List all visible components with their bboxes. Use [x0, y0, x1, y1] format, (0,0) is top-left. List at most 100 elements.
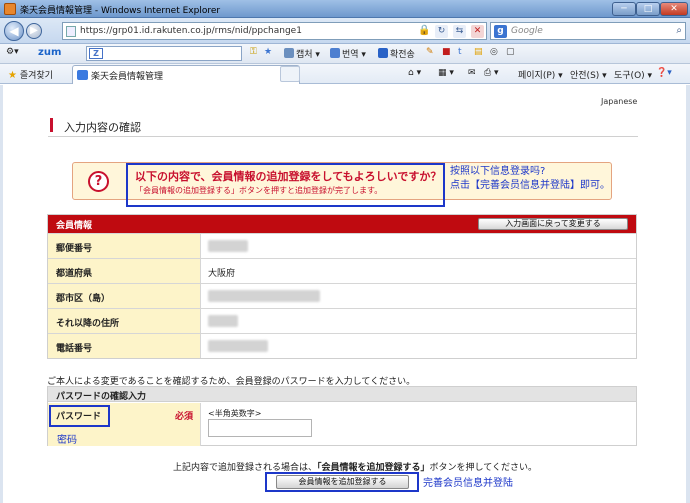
question-icon: ?: [88, 171, 109, 192]
note-icon[interactable]: ▤: [474, 47, 483, 57]
url-text: https://grp01.id.rakuten.co.jp/rms/nid/p…: [80, 26, 302, 36]
page-title-text: 入力内容の確認: [64, 121, 141, 134]
table-row: それ以降の住所: [48, 308, 636, 333]
table-row: 電話番号: [48, 333, 636, 358]
city-value: [208, 290, 320, 302]
feeds-icon[interactable]: ▦ ▾: [438, 68, 454, 78]
star-icon[interactable]: ★: [264, 47, 272, 57]
window-left-border: [0, 85, 3, 503]
window-title: 楽天会員情報管理 - Windows Internet Explorer: [20, 6, 221, 16]
page-content: Japanese 入力内容の確認 ? 以下の内容で、会員情報の追加登録をしてもよ…: [0, 85, 690, 503]
language-link[interactable]: Japanese: [601, 97, 637, 106]
tools-menu[interactable]: 도구(O) ▾: [614, 68, 652, 81]
zum-z-icon: Z: [89, 48, 103, 59]
table-row: 郡市区（島）: [48, 283, 636, 308]
square-icon[interactable]: ▢: [506, 47, 515, 57]
send-icon: [378, 48, 388, 58]
prefecture-label: 都道府県: [48, 259, 201, 283]
tab-title: 楽天会員情報管理: [91, 72, 164, 82]
zum-search-input[interactable]: Z: [86, 46, 242, 61]
home-icon[interactable]: ⌂ ▾: [408, 68, 421, 78]
postal-code-value: [208, 240, 248, 252]
star-icon: ★: [8, 70, 17, 81]
settings-icon[interactable]: ⚙▾: [6, 47, 19, 57]
search-icon[interactable]: ⌕: [676, 25, 682, 36]
password-input[interactable]: [208, 419, 312, 437]
back-arrow-icon[interactable]: ◀: [4, 21, 24, 41]
send-label: 확전송: [390, 50, 415, 60]
lock-icon[interactable]: 🔒: [418, 25, 430, 36]
capture-icon: [284, 48, 294, 58]
zum-logo[interactable]: zum: [38, 47, 61, 58]
favorites-label: 즐겨찾기: [19, 71, 53, 81]
page-title: 入力内容の確認: [48, 115, 638, 137]
favorites-button[interactable]: ★ 즐겨찾기: [8, 68, 53, 81]
tab-ie-icon: [77, 70, 88, 80]
member-info-title: 会員情報: [56, 221, 93, 231]
stop-icon[interactable]: ✕: [471, 25, 484, 38]
prefecture-value: 大阪府: [208, 269, 236, 279]
capture-menu[interactable]: 캡처 ▾: [284, 47, 320, 60]
phone-value: [208, 340, 268, 352]
ie-app-icon: [4, 3, 16, 15]
table-row: 郵便番号: [48, 233, 636, 258]
capture-label: 캡처 ▾: [296, 50, 320, 60]
annotation-cn-confirm: 按照以下信息登录吗? 点击【完善会员信息并登陆】即可。: [450, 165, 610, 193]
city-label: 郡市区（島）: [48, 284, 201, 308]
required-badge: 必須: [175, 412, 194, 422]
add-member-info-button[interactable]: 会員情報を追加登録する: [276, 475, 409, 489]
annotation-box-alert: [126, 163, 445, 207]
address-label: それ以降の住所: [48, 309, 201, 333]
twitter-icon[interactable]: t: [458, 47, 462, 57]
title-accent-bar: [50, 118, 53, 132]
refresh-icon[interactable]: ↻: [435, 25, 448, 38]
annotation-cn-line1: 按照以下信息登录吗?: [450, 166, 546, 177]
back-to-edit-button[interactable]: 入力画面に戻って変更する: [478, 218, 628, 230]
translate-menu[interactable]: 번역 ▾: [330, 47, 366, 60]
url-input[interactable]: https://grp01.id.rakuten.co.jp/rms/nid/p…: [62, 22, 487, 40]
brush-icon[interactable]: ✎: [426, 47, 434, 57]
address-bar: ◀ ▶ https://grp01.id.rakuten.co.jp/rms/n…: [0, 18, 690, 44]
member-info-table: 会員情報 入力画面に戻って変更する 郵便番号 都道府県 大阪府 郡市区（島） そ…: [47, 214, 637, 359]
address-value: [208, 315, 238, 327]
page-icon: [66, 26, 76, 37]
print-icon[interactable]: ⎙ ▾: [484, 68, 499, 78]
zum-toolbar: ⚙▾ zum Z ⚿ ★ 캡처 ▾ 번역 ▾ 확전송 ✎ ■ t ▤ ◎ ▢: [0, 44, 690, 64]
password-header: パスワードの確認入力: [48, 387, 636, 402]
compat-icon[interactable]: ⇆: [453, 25, 466, 38]
safety-menu[interactable]: 안전(S) ▾: [570, 68, 607, 81]
window-titlebar: 楽天会員情報管理 - Windows Internet Explorer ─ □…: [0, 0, 690, 18]
phone-label: 電話番号: [48, 334, 201, 358]
annotation-cn-submit: 完善会员信息并登陆: [423, 478, 513, 489]
search-placeholder: Google: [511, 26, 543, 36]
postal-code-label: 郵便番号: [48, 234, 201, 258]
forward-arrow-icon[interactable]: ▶: [26, 23, 42, 39]
annotation-box-password: [49, 405, 110, 427]
close-window-button[interactable]: ✕: [660, 2, 688, 16]
google-icon: g: [494, 25, 507, 38]
annotation-cn-password: 密码: [57, 435, 77, 446]
submit-note-post: ボタンを押してください。: [429, 463, 537, 473]
tab-active[interactable]: 楽天会員情報管理: [72, 65, 300, 84]
annotation-cn-line2: 点击【完善会员信息并登陆】即可。: [450, 180, 610, 191]
table-row: 都道府県 大阪府: [48, 258, 636, 283]
password-hint: <半角英数字>: [208, 409, 262, 418]
translate-label: 번역 ▾: [342, 50, 366, 60]
help-icon[interactable]: ❓▾: [656, 68, 672, 78]
key-icon[interactable]: ⚿: [250, 47, 257, 57]
favorites-bar: ★ 즐겨찾기 楽天会員情報管理 ⌂ ▾ ▦ ▾ ✉ ⎙ ▾ 페이지(P) ▾ 안…: [0, 64, 690, 84]
maximize-button[interactable]: □: [636, 2, 660, 16]
bookmark-icon[interactable]: ■: [442, 47, 451, 57]
new-tab-button[interactable]: [280, 66, 300, 82]
circle-icon[interactable]: ◎: [490, 47, 498, 57]
search-input[interactable]: g Google ⌕: [490, 22, 686, 40]
send-button[interactable]: 확전송: [378, 47, 415, 60]
translate-icon: [330, 48, 340, 58]
mail-icon[interactable]: ✉: [468, 68, 476, 78]
window-right-border: [686, 85, 690, 503]
password-header-text: パスワードの確認入力: [56, 392, 147, 402]
member-info-header: 会員情報 入力画面に戻って変更する: [48, 215, 636, 233]
minimize-button[interactable]: ─: [612, 2, 636, 16]
password-table: パスワードの確認入力 パスワード 必須 <半角英数字>: [47, 386, 637, 446]
page-menu[interactable]: 페이지(P) ▾: [518, 68, 563, 81]
